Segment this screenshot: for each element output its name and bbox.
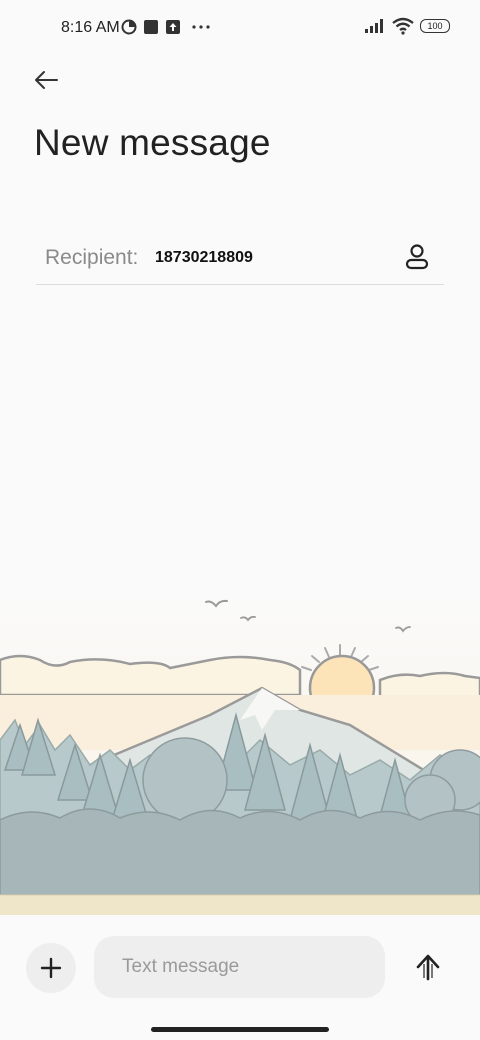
add-attachment-button[interactable]	[26, 943, 76, 993]
status-bar: 8:16 AM 100	[0, 0, 480, 56]
arrow-up-icon	[416, 954, 440, 981]
home-indicator[interactable]	[151, 1027, 329, 1032]
back-button[interactable]	[28, 62, 64, 98]
select-contact-button[interactable]	[402, 242, 432, 272]
status-right: 100	[364, 17, 450, 35]
battery-icon: 100	[420, 19, 450, 33]
recipient-field[interactable]: Recipient: 18730218809	[36, 236, 444, 285]
upload-icon	[166, 20, 180, 34]
send-button[interactable]	[410, 949, 446, 985]
message-input[interactable]	[94, 936, 385, 998]
more-dots-icon	[192, 25, 210, 29]
message-composer	[0, 915, 480, 1020]
arrow-left-icon	[35, 71, 58, 89]
signal-icon	[365, 19, 383, 33]
page-title: New message	[34, 122, 271, 163]
status-time: 8:16 AM	[61, 19, 120, 36]
scenery-illustration	[0, 590, 480, 915]
plus-icon	[40, 957, 62, 979]
recipient-value[interactable]: 18730218809	[155, 249, 253, 267]
person-icon	[405, 244, 429, 270]
recipient-label: Recipient:	[45, 246, 139, 269]
square-app-icon	[144, 20, 158, 34]
data-saver-icon	[121, 19, 137, 35]
wifi-icon	[392, 17, 414, 35]
